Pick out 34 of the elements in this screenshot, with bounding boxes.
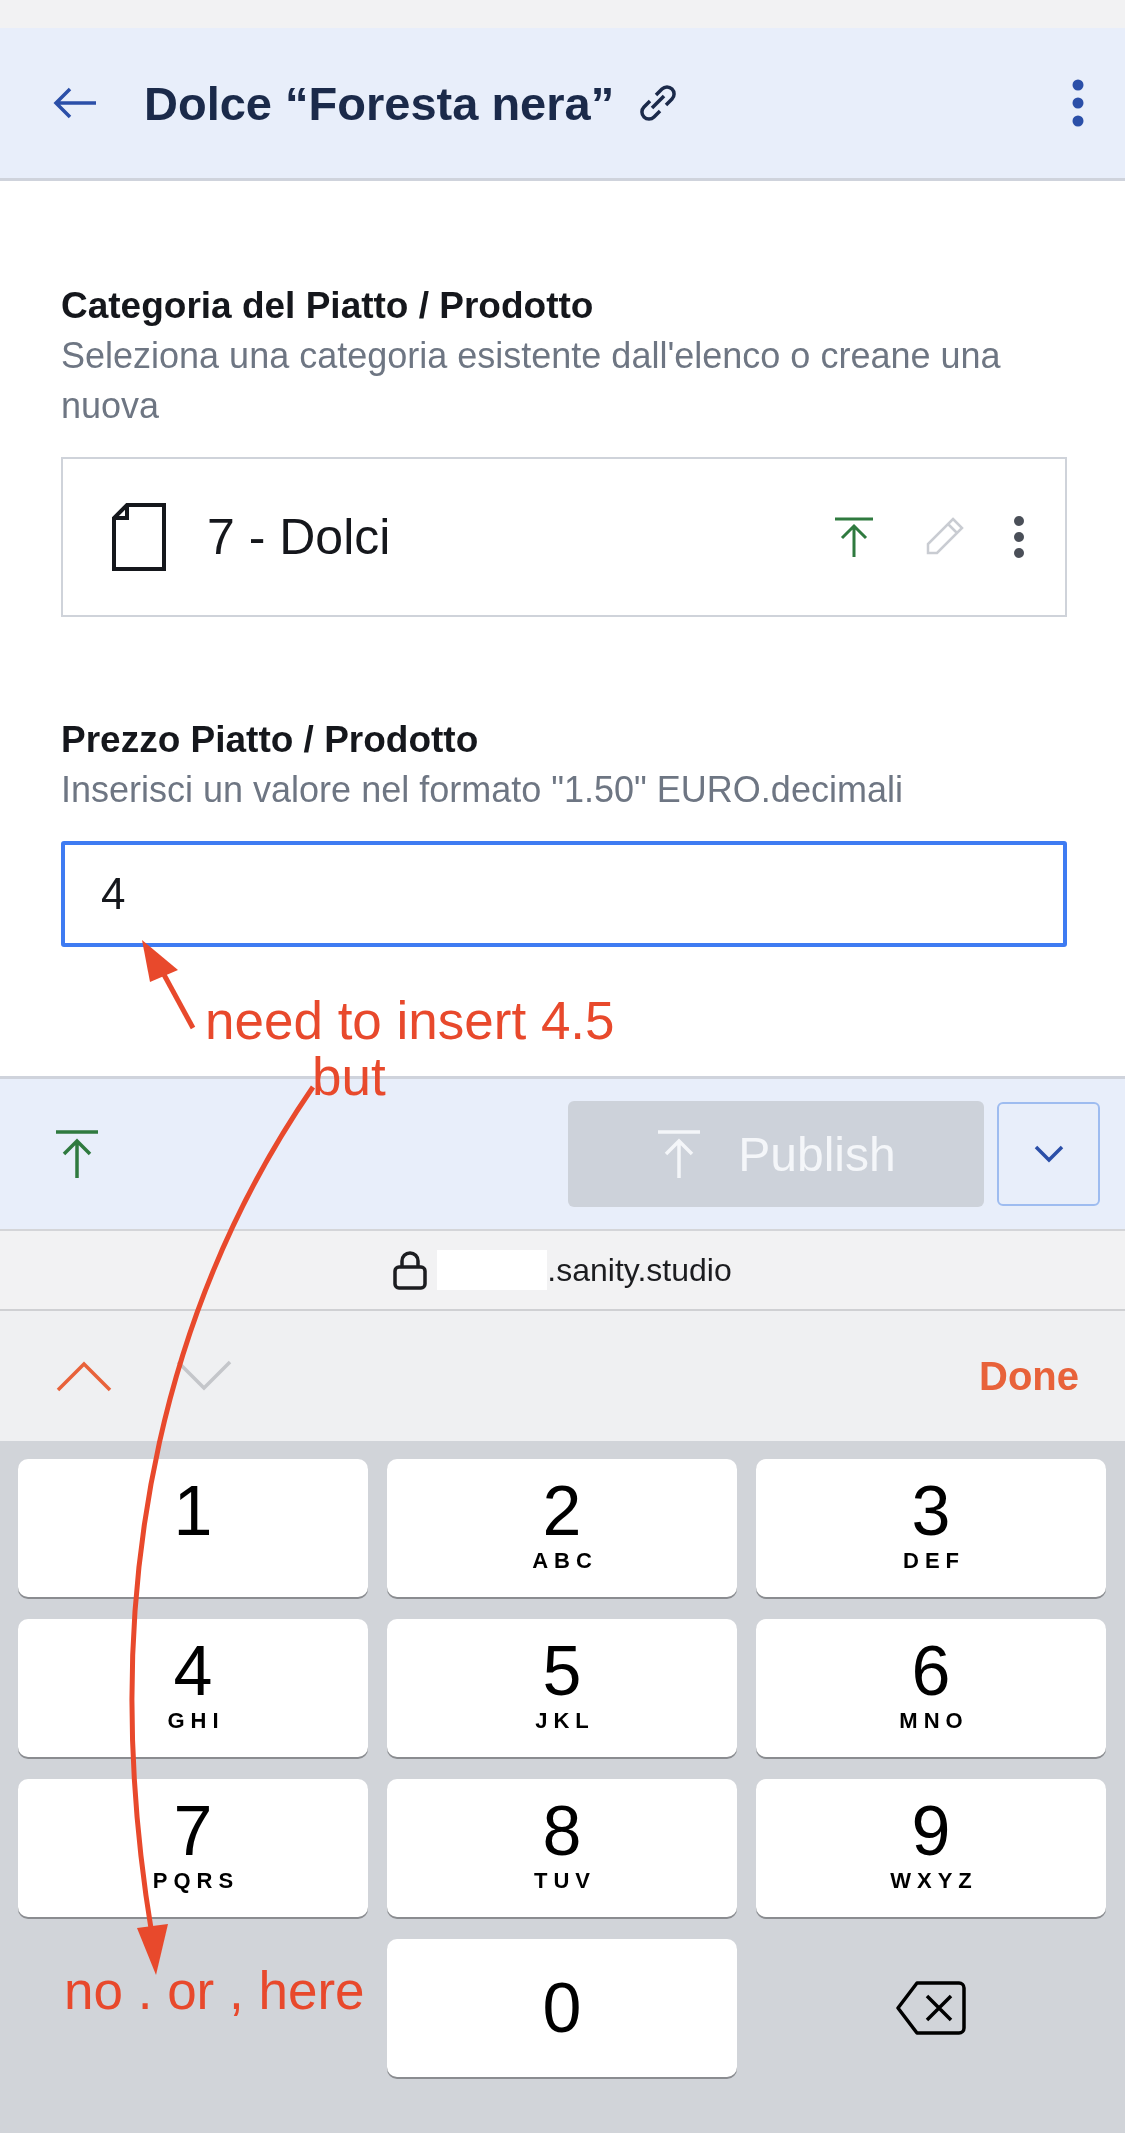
keypad-key[interactable]: 5 JKL: [387, 1619, 737, 1757]
chevron-down-icon: [1033, 1145, 1064, 1163]
field-description: Inserisci un valore nel formato "1.50" EURO.decimali: [61, 768, 904, 812]
keypad-key[interactable]: 9 WXYZ: [756, 1779, 1106, 1917]
annotation-text: need to insert 4.5: [205, 994, 615, 1047]
document-icon: [111, 502, 167, 572]
keypad-key[interactable]: 2 ABC: [387, 1459, 737, 1597]
publish-icon[interactable]: [833, 516, 875, 558]
field-label: Categoria del Piatto / Prodotto: [61, 285, 595, 327]
back-arrow-icon[interactable]: [52, 86, 98, 120]
keypad-key[interactable]: 8 TUV: [387, 1779, 737, 1917]
field-label: Prezzo Piatto / Prodotto: [61, 719, 480, 761]
keypad-key[interactable]: 6 MNO: [756, 1619, 1106, 1757]
reference-value: 7 - Dolci: [207, 508, 392, 566]
annotation-text: but: [312, 1050, 386, 1103]
field-description: Seleziona una categoria esistente dall'elenco o creane una nuova: [61, 334, 1002, 428]
annotation-text: no . or , here: [64, 1964, 365, 2017]
keypad-key[interactable]: 4 GHI: [18, 1619, 368, 1757]
more-options-icon[interactable]: [1071, 78, 1085, 128]
lock-icon: [393, 1250, 428, 1290]
keypad-key[interactable]: 0: [387, 1939, 737, 2077]
keypad-key[interactable]: 1: [18, 1459, 368, 1597]
previous-field-button[interactable]: [56, 1360, 112, 1392]
keypad-key[interactable]: 7 PQRS: [18, 1779, 368, 1917]
site-address: .sanity.studio: [547, 1251, 732, 1289]
more-options-icon[interactable]: [1013, 515, 1025, 559]
backspace-icon[interactable]: [895, 1979, 967, 2037]
next-field-button[interactable]: [176, 1360, 232, 1392]
price-input[interactable]: 4: [61, 841, 1067, 947]
publish-icon[interactable]: [54, 1129, 100, 1179]
document-title: Dolce “Foresta nera”: [144, 75, 615, 131]
reference-field[interactable]: 7 - Dolci: [61, 457, 1067, 617]
keypad-key[interactable]: 3 DEF: [756, 1459, 1106, 1597]
publish-icon: [656, 1129, 703, 1179]
